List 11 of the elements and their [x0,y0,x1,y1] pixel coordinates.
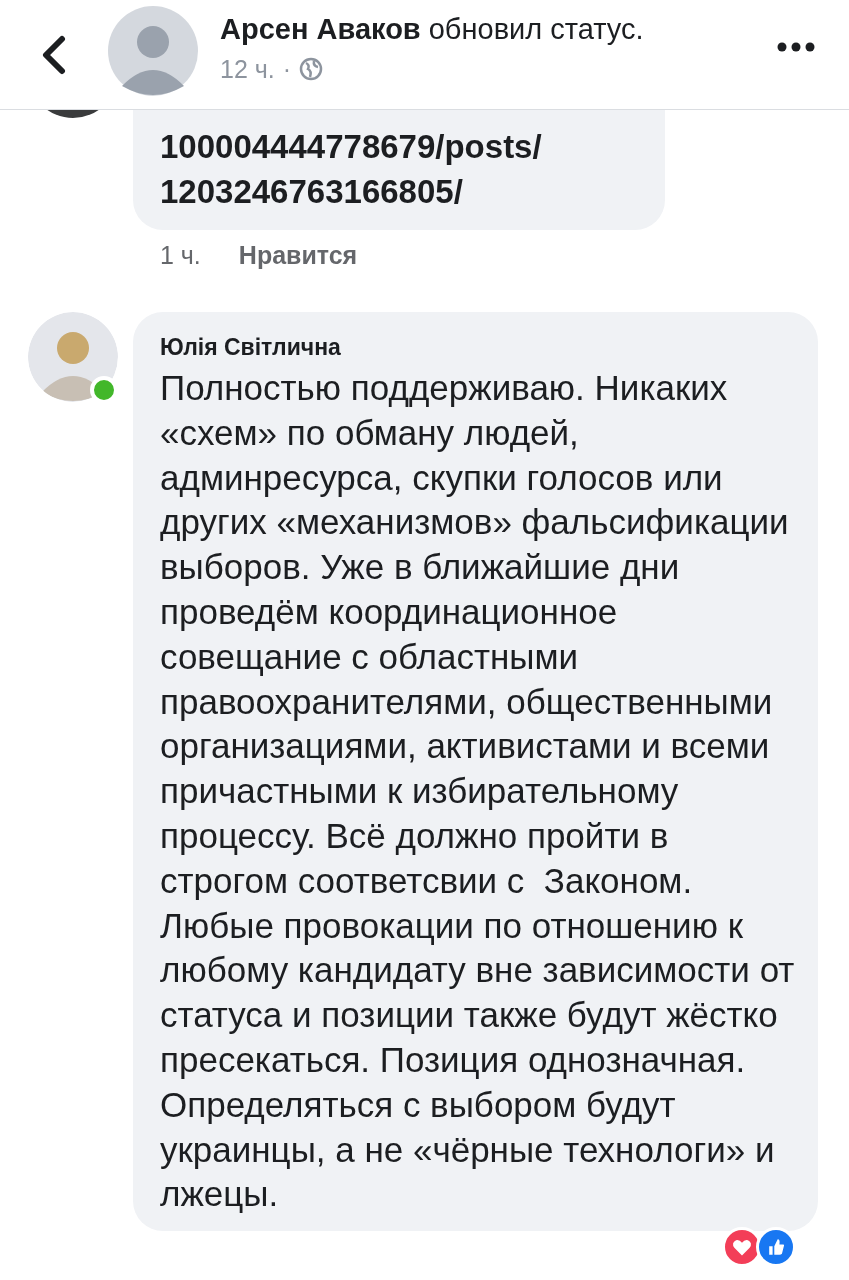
like-link[interactable]: Нравится [238,238,358,272]
more-icon[interactable] [777,41,815,52]
comment-text: Полностью поддерживаю. Никаких «схем» по обману людей, админресурса, скупки голосов или других «механизмов» фальсификации выборов. Уже в ближайшие дни проведём координационное совещание с областными правоохранителями, общественными организациями, активистами и всеми причастными к избирательному процессу. Всё должно пройти в строгом соответсвии с Законом. Любые провокации по отношению к любому кандидату вне зависимости от статуса и позиции также будут жёстко пресекаться. Позиция однозначная. Определяться с выбором будут украинцы, а не «чёрные технологи» и лжецы. [160,367,796,1216]
post-time: 12 ч. [220,53,275,85]
globe-icon [299,56,324,81]
comment-author[interactable]: Юлія Світлична [160,332,798,362]
separator: · [282,53,292,85]
post-title: Арсен Аваков обновил статус. [220,11,644,47]
link-text[interactable]: 100004444778679/posts/ 1203246763166805/ [160,124,665,214]
back-icon[interactable] [40,34,66,75]
comment-time: 1 ч. [160,240,201,271]
